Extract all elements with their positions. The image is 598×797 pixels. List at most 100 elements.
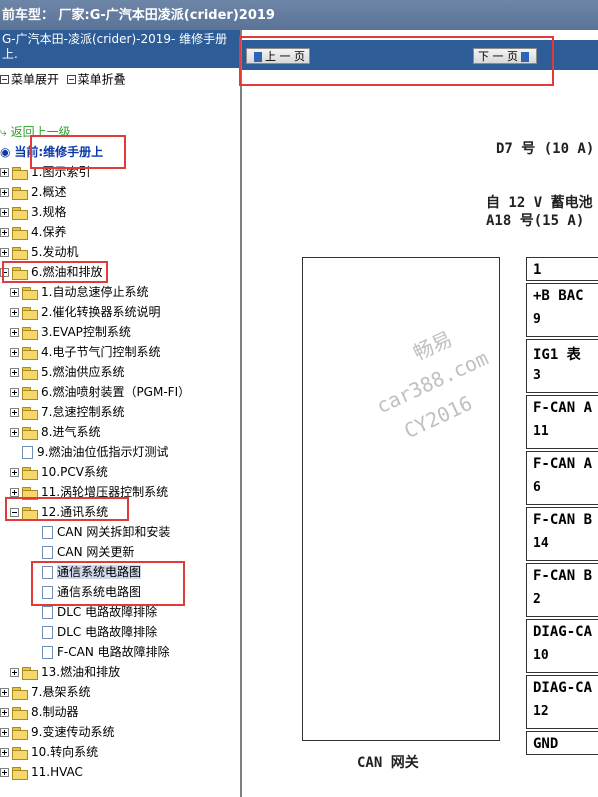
tree-item[interactable]: DLC 电路故障排除: [30, 602, 157, 622]
expand-plus-icon[interactable]: [0, 748, 9, 757]
expand-plus-icon[interactable]: [10, 408, 19, 417]
tree-item-label: 3.规格: [31, 205, 67, 219]
expand-plus-icon[interactable]: [0, 688, 9, 697]
tree-item[interactable]: 5.发动机: [0, 242, 78, 262]
folder-icon: [12, 266, 28, 280]
document-icon: [42, 646, 53, 659]
tree-item-label: 6.燃油喷射装置（PGM-FI）: [41, 385, 191, 399]
tree-item[interactable]: 6.燃油和排放: [0, 262, 102, 282]
back-arrow-icon: ⤷: [0, 125, 7, 139]
collapse-minus-icon[interactable]: [10, 508, 19, 517]
connector-pin: F-CAN B 14: [526, 507, 598, 561]
tree-item[interactable]: 6.燃油喷射装置（PGM-FI）: [10, 382, 190, 402]
tree-item[interactable]: 4.电子节气门控制系统: [10, 342, 160, 362]
folder-icon: [22, 666, 38, 680]
tree-item[interactable]: 2.催化转换器系统说明: [10, 302, 160, 322]
page-nav-bar: 上 一 页 下 一 页: [242, 40, 598, 70]
expand-plus-icon[interactable]: [10, 308, 19, 317]
connector-pin: 1: [526, 257, 598, 281]
expand-plus-icon[interactable]: [0, 208, 9, 217]
tree-item[interactable]: DLC 电路故障排除: [30, 622, 157, 642]
connector-pin: F-CAN A 6: [526, 451, 598, 505]
collapse-all-link[interactable]: 菜单折叠: [78, 73, 126, 87]
tree-item[interactable]: 3.EVAP控制系统: [10, 322, 131, 342]
expand-plus-icon[interactable]: [10, 488, 19, 497]
expand-plus-icon[interactable]: [0, 728, 9, 737]
tree-item[interactable]: 1.自动怠速停止系统: [10, 282, 148, 302]
connector-pin: F-CAN A 11: [526, 395, 598, 449]
folder-icon: [22, 506, 38, 520]
expand-plus-icon[interactable]: [0, 228, 9, 237]
expand-plus-icon[interactable]: [0, 768, 9, 777]
document-icon: [42, 606, 53, 619]
expand-plus-icon[interactable]: [10, 428, 19, 437]
expand-plus-icon[interactable]: [10, 668, 19, 677]
expand-plus-icon[interactable]: [10, 348, 19, 357]
tree-item[interactable]: 13.燃油和排放: [10, 662, 120, 682]
expand-plus-icon[interactable]: [10, 368, 19, 377]
pin-name: F-CAN B: [533, 568, 593, 584]
battery-label: 自 12 V 蓄电池: [486, 195, 593, 211]
expand-plus-icon[interactable]: [0, 188, 9, 197]
tree-item[interactable]: 12.通讯系统: [10, 502, 108, 522]
back-link[interactable]: 返回上一级: [11, 125, 71, 139]
document-icon: [42, 546, 53, 559]
manual-header-line2: 上.: [2, 47, 18, 61]
prev-page-button[interactable]: 上 一 页: [246, 48, 310, 64]
folder-icon: [12, 706, 28, 720]
pin-name: GND: [533, 736, 559, 752]
next-page-label: 下 一 页: [478, 50, 518, 63]
tree-item[interactable]: 8.进气系统: [10, 422, 100, 442]
expand-plus-icon[interactable]: [10, 328, 19, 337]
expand-plus-icon[interactable]: [10, 288, 19, 297]
connector-pin: DIAG-CA 10: [526, 619, 598, 673]
expand-plus-icon[interactable]: [10, 388, 19, 397]
folder-icon: [22, 366, 38, 380]
tree-item-label: DLC 电路故障排除: [57, 625, 158, 639]
tree-item[interactable]: 7.怠速控制系统: [10, 402, 124, 422]
tree-item-label: 2.催化转换器系统说明: [41, 305, 161, 319]
pin-name: DIAG-CA: [533, 680, 593, 696]
manual-header-line1: G-广汽本田-凌派(crider)-2019- 维修手册: [2, 32, 228, 46]
expand-plus-icon[interactable]: [10, 468, 19, 477]
tree-item[interactable]: 1.图示索引: [0, 162, 90, 182]
expand-all-link[interactable]: 菜单展开: [11, 73, 59, 87]
prev-page-label: 上 一 页: [265, 50, 305, 63]
tree-item-label: 10.转向系统: [31, 745, 99, 759]
tree-item[interactable]: 3.规格: [0, 202, 66, 222]
pin-number: 12: [533, 704, 549, 719]
tree-item[interactable]: CAN 网关拆卸和安装: [30, 522, 170, 542]
tree-item[interactable]: 11.涡轮增压器控制系统: [10, 482, 168, 502]
tree-item[interactable]: CAN 网关更新: [30, 542, 134, 562]
tree-item[interactable]: 10.转向系统: [0, 742, 98, 762]
tree-item[interactable]: F-CAN 电路故障排除: [30, 642, 170, 662]
next-page-button[interactable]: 下 一 页: [473, 48, 537, 64]
pin-name: F-CAN A: [533, 456, 593, 472]
tree-item[interactable]: 10.PCV系统: [10, 462, 108, 482]
tree-item[interactable]: 9.变速传动系统: [0, 722, 114, 742]
pin-number: 10: [533, 648, 549, 663]
current-vehicle-title: 前车型： 厂家:G-广汽本田凌派(crider)2019: [2, 8, 275, 23]
pin-number: 14: [533, 536, 549, 551]
folder-icon: [12, 726, 28, 740]
expand-plus-icon[interactable]: [0, 248, 9, 257]
tree-item[interactable]: 11.HVAC: [0, 762, 83, 782]
tree-item[interactable]: 5.燃油供应系统: [10, 362, 124, 382]
tree-item[interactable]: 2.概述: [0, 182, 66, 202]
collapse-minus-icon[interactable]: [0, 268, 9, 277]
tree-item[interactable]: 通信系统电路图: [30, 582, 141, 602]
expand-plus-icon[interactable]: [0, 168, 9, 177]
back-row[interactable]: ⤷ 返回上一级: [0, 122, 71, 142]
tree-item-label: F-CAN 电路故障排除: [57, 645, 170, 659]
tree-item[interactable]: 4.保养: [0, 222, 66, 242]
pin-name: F-CAN A: [533, 400, 593, 416]
pin-number: 6: [533, 480, 541, 495]
tree-item[interactable]: 8.制动器: [0, 702, 78, 722]
expand-plus-icon[interactable]: [0, 708, 9, 717]
circuit-diagram: D7 号 (10 A) 自 12 V 蓄电池 A18 号(15 A) 1 +B B…: [242, 70, 598, 797]
tree-item[interactable]: 9.燃油油位低指示灯测试: [10, 442, 168, 462]
folder-icon: [12, 186, 28, 200]
connector-pin: DIAG-CA 12: [526, 675, 598, 729]
tree-item[interactable]: 通信系统电路图: [30, 562, 142, 582]
tree-item[interactable]: 7.悬架系统: [0, 682, 90, 702]
